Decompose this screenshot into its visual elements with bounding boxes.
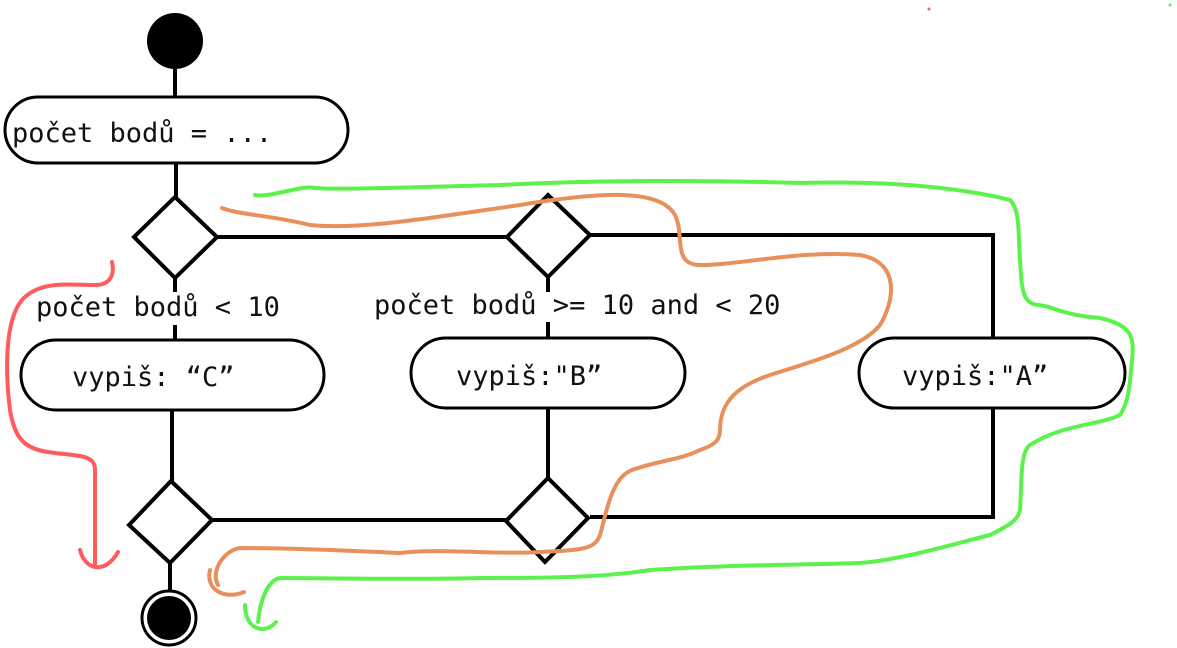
merge-node-1 — [126, 478, 215, 566]
action-init-label: počet bodů = ... — [12, 118, 272, 149]
action-print-b-label: vypiš:"B” — [456, 361, 602, 392]
action-print-a-label: vypiš:"A” — [902, 361, 1048, 392]
stray-dot-green — [1168, 3, 1172, 7]
condition-between-label: počet bodů >= 10 and < 20 — [374, 290, 780, 321]
end-node — [147, 596, 191, 640]
condition-lt10-label: počet bodů < 10 — [36, 292, 280, 323]
action-print-c-label: vypiš: “C” — [72, 362, 235, 393]
decision-node-2 — [504, 192, 593, 280]
edge-decision2-print-a — [590, 233, 995, 340]
activity-diagram: počet bodů = ... počet bodů < 10 počet b… — [3, 3, 1172, 647]
start-node — [147, 13, 203, 69]
decision-node-1 — [131, 194, 220, 281]
stray-dot-red — [927, 7, 931, 11]
